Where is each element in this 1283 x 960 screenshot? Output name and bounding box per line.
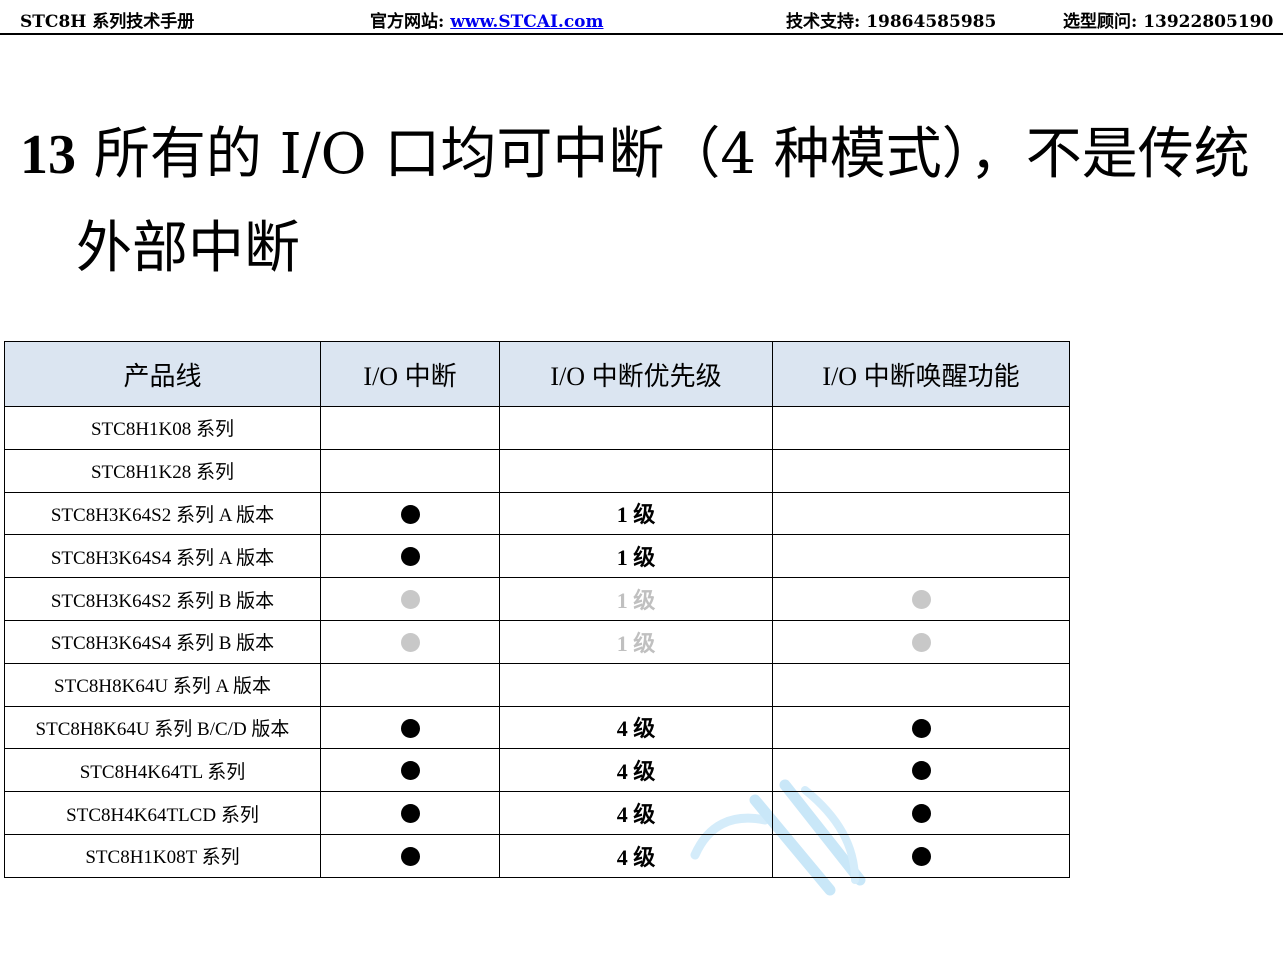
io-interrupt-cell <box>320 577 500 621</box>
priority-cell: 4 级 <box>499 748 773 793</box>
io-interrupt-cell <box>320 534 500 579</box>
table-row: STC8H3K64S4 系列 B 版本 1 级 <box>4 619 1070 664</box>
priority-cell: 4 级 <box>499 705 773 750</box>
supported-dot-icon <box>911 633 931 653</box>
section-title: 13 所有的 I/O 口均可中断（4 种模式），不是传统 外部中断 <box>20 108 1283 295</box>
wakeup-cell <box>772 791 1070 835</box>
supported-dot-icon <box>400 504 420 524</box>
io-interrupt-cell <box>320 748 500 793</box>
io-interrupt-cell <box>320 791 500 835</box>
supported-dot-icon <box>400 547 420 567</box>
product-line-cell: STC8H8K64U 系列 A 版本 <box>4 662 321 707</box>
product-line-cell: STC8H8K64U 系列 B/C/D 版本 <box>4 705 321 750</box>
site-link[interactable]: www.STCAI.com <box>450 12 603 32</box>
wakeup-cell <box>772 748 1070 793</box>
supported-dot-icon <box>911 590 931 610</box>
priority-cell: 1 级 <box>499 619 773 664</box>
io-interrupt-cell <box>320 705 500 750</box>
wakeup-cell <box>772 619 1070 664</box>
product-line-cell: STC8H3K64S2 系列 A 版本 <box>4 491 321 536</box>
io-interrupt-cell <box>320 448 500 493</box>
col-header-wakeup: I/O 中断唤醒功能 <box>772 341 1070 407</box>
io-interrupt-cell <box>320 491 500 536</box>
io-interrupt-cell <box>320 406 500 450</box>
priority-level: 1 级 <box>616 545 656 571</box>
priority-level: 4 级 <box>616 716 656 742</box>
section-title-line2: 外部中断 <box>76 216 300 281</box>
wakeup-cell <box>772 406 1070 450</box>
table-row: STC8H8K64U 系列 A 版本 <box>4 662 1070 707</box>
priority-level: 1 级 <box>616 630 656 656</box>
supported-dot-icon <box>400 761 420 781</box>
supported-dot-icon <box>911 761 931 781</box>
io-interrupt-cell <box>320 662 500 707</box>
priority-cell <box>499 406 773 450</box>
io-interrupt-cell <box>320 619 500 664</box>
priority-cell: 1 级 <box>499 491 773 536</box>
table-row: STC8H3K64S2 系列 A 版本 1 级 <box>4 491 1070 536</box>
priority-level: 4 级 <box>616 802 656 828</box>
table-row: STC8H4K64TL 系列 4 级 <box>4 748 1070 793</box>
wakeup-cell <box>772 534 1070 579</box>
priority-level: 4 级 <box>616 844 656 870</box>
supported-dot-icon <box>911 847 931 866</box>
product-line-cell: STC8H3K64S4 系列 A 版本 <box>4 534 321 579</box>
wakeup-cell <box>772 705 1070 750</box>
wakeup-cell <box>772 577 1070 621</box>
official-site: 官方网站: www.STCAI.com <box>370 7 604 32</box>
supported-dot-icon <box>400 847 420 866</box>
wakeup-cell <box>772 662 1070 707</box>
priority-level: 4 级 <box>616 759 656 785</box>
io-interrupt-table: 产品线 I/O 中断 I/O 中断优先级 I/O 中断唤醒功能 STC8H1K0… <box>4 341 1070 878</box>
doc-title: STC8H 系列技术手册 <box>20 12 195 32</box>
priority-cell <box>499 662 773 707</box>
wakeup-cell <box>772 833 1070 878</box>
col-header-io-interrupt: I/O 中断 <box>320 341 500 407</box>
table-row: STC8H1K08T 系列 4 级 <box>4 833 1070 878</box>
io-interrupt-cell <box>320 833 500 878</box>
tech-support: 技术支持: 19864585985 <box>786 12 997 32</box>
table-row: STC8H1K08 系列 <box>4 406 1070 450</box>
product-line-cell: STC8H4K64TL 系列 <box>4 748 321 793</box>
product-line-cell: STC8H1K08T 系列 <box>4 833 321 878</box>
table-header-row: 产品线 I/O 中断 I/O 中断优先级 I/O 中断唤醒功能 <box>4 341 1070 407</box>
supported-dot-icon <box>400 633 420 653</box>
supported-dot-icon <box>911 718 931 738</box>
product-line-cell: STC8H3K64S4 系列 B 版本 <box>4 619 321 664</box>
wakeup-cell <box>772 491 1070 536</box>
product-line-cell: STC8H4K64TLCD 系列 <box>4 791 321 835</box>
site-label: 官方网站: <box>370 12 451 32</box>
table-row: STC8H8K64U 系列 B/C/D 版本 4 级 <box>4 705 1070 750</box>
selection-consultant: 选型顾问: 13922805190 <box>1063 12 1274 32</box>
table-row: STC8H4K64TLCD 系列 4 级 <box>4 791 1070 835</box>
section-number: 13 <box>20 124 76 186</box>
supported-dot-icon <box>400 804 420 824</box>
priority-level: 1 级 <box>616 502 656 528</box>
table-row: STC8H3K64S4 系列 A 版本 1 级 <box>4 534 1070 579</box>
priority-cell: 4 级 <box>499 833 773 878</box>
priority-cell: 1 级 <box>499 534 773 579</box>
product-line-cell: STC8H3K64S2 系列 B 版本 <box>4 577 321 621</box>
supported-dot-icon <box>400 718 420 738</box>
priority-cell: 1 级 <box>499 577 773 621</box>
table-body: STC8H1K08 系列 STC8H1K28 系列 STC8H3K64S2 系列 A… <box>4 406 1070 878</box>
col-header-product-line: 产品线 <box>4 341 321 407</box>
table-row: STC8H3K64S2 系列 B 版本 1 级 <box>4 577 1070 621</box>
col-header-priority: I/O 中断优先级 <box>499 341 773 407</box>
priority-cell <box>499 448 773 493</box>
table-row: STC8H1K28 系列 <box>4 448 1070 493</box>
supported-dot-icon <box>911 804 931 824</box>
product-line-cell: STC8H1K28 系列 <box>4 448 321 493</box>
priority-cell: 4 级 <box>499 791 773 835</box>
priority-level: 1 级 <box>616 588 656 614</box>
page-header: STC8H 系列技术手册 官方网站: www.STCAI.com 技术支持: 1… <box>0 0 1283 35</box>
product-line-cell: STC8H1K08 系列 <box>4 406 321 450</box>
section-title-line1: 所有的 I/O 口均可中断（4 种模式），不是传统 <box>93 122 1250 187</box>
supported-dot-icon <box>400 590 420 610</box>
wakeup-cell <box>772 448 1070 493</box>
